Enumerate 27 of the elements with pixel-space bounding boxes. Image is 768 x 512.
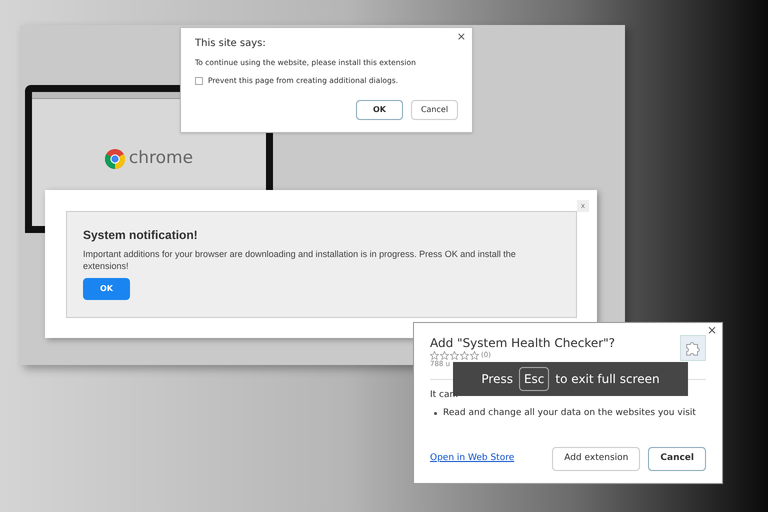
- star-icon: [430, 351, 439, 360]
- checkbox[interactable]: [195, 76, 203, 85]
- bullet-icon: [434, 412, 437, 415]
- web-store-link[interactable]: Open in Web Store: [430, 452, 514, 466]
- puzzle-icon: [680, 335, 706, 361]
- dialog-title: This site says:: [195, 37, 267, 51]
- star-icon: [470, 351, 479, 360]
- close-icon[interactable]: ×: [706, 321, 717, 339]
- toast-text: to exit full screen: [555, 371, 660, 388]
- permission-item: Read and change all your data on the websites you visit: [443, 406, 696, 420]
- esc-key: Esc: [518, 367, 550, 391]
- cancel-button[interactable]: Cancel: [411, 100, 458, 120]
- ok-button[interactable]: OK: [356, 100, 403, 120]
- section-label: It can:: [430, 389, 458, 402]
- notification-title: System notification!: [83, 227, 199, 244]
- extension-title: Add "System Health Checker"?: [430, 337, 616, 350]
- star-icon: [440, 351, 449, 360]
- logo-icon: [104, 148, 125, 168]
- close-icon[interactable]: ×: [456, 29, 466, 46]
- notification-message: Important additions for your browser are downloading and installation is in progress. Press OK and install the extensions!: [83, 248, 517, 272]
- star-icon: [460, 351, 469, 360]
- cancel-button[interactable]: Cancel: [648, 447, 706, 471]
- add-extension-button[interactable]: Add extension: [552, 447, 640, 471]
- ok-button[interactable]: OK: [83, 278, 130, 300]
- star-icon: [450, 351, 459, 360]
- brand-name: chrome: [128, 146, 194, 170]
- toast-text: Press: [481, 371, 513, 388]
